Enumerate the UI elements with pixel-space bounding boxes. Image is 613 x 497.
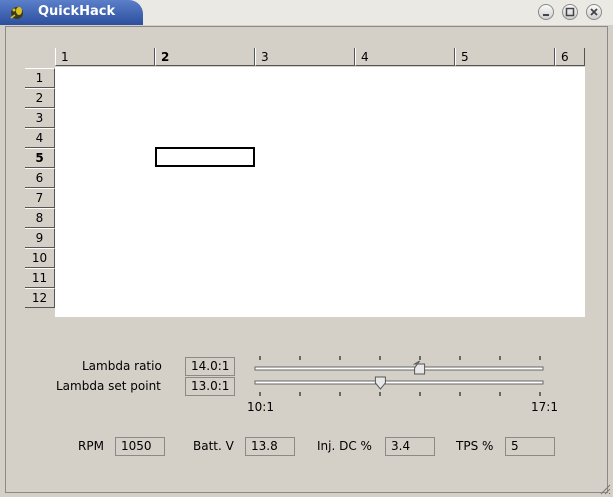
row-header[interactable]: 2 [25,88,55,108]
table-cells[interactable] [55,67,585,317]
resize-grip-icon[interactable] [599,483,611,495]
row-header[interactable]: 6 [25,168,55,188]
lambda-setpoint-slider[interactable] [254,376,544,390]
rpm-label: RPM [78,439,104,453]
close-button[interactable] [586,4,602,20]
row-header[interactable]: 3 [25,108,55,128]
row-header[interactable]: 1 [25,68,55,88]
row-header[interactable]: 9 [25,228,55,248]
batt-label: Batt. V [193,439,234,453]
row-header[interactable]: 7 [25,188,55,208]
lambda-sliders [254,356,544,396]
tps-value: 5 [505,437,555,456]
title-bar[interactable]: QuickHack [0,0,613,25]
table-corner [25,48,55,67]
title-tab: QuickHack [0,0,143,25]
column-header[interactable]: 2 [155,48,255,66]
column-header[interactable]: 1 [55,48,155,66]
column-header[interactable]: 5 [455,48,555,66]
inj-label: Inj. DC % [317,439,372,453]
row-header[interactable]: 4 [25,128,55,148]
map-table[interactable]: 1 2 3 4 5 6 1 2 3 4 5 6 7 8 9 10 11 12 [25,48,585,317]
tps-label: TPS % [456,439,494,453]
gecko-icon [10,7,23,19]
inj-value: 3.4 [385,437,435,456]
maximize-button[interactable] [562,4,578,20]
minimize-button[interactable] [538,4,554,20]
lambda-ratio-value: 14.0:1 [185,357,235,376]
lambda-setpoint-value: 13.0:1 [185,377,235,396]
minimize-icon [543,14,549,16]
lambda-setpoint-thumb[interactable] [374,376,386,390]
column-header[interactable]: 3 [255,48,355,66]
maximize-icon [565,7,575,17]
lambda-setpoint-label: Lambda set point [56,379,161,393]
bottom-ticks [259,392,541,396]
scale-max-label: 17:1 [531,400,558,414]
lambda-ratio-label: Lambda ratio [82,359,162,373]
window-title: QuickHack [38,4,116,19]
column-header[interactable]: 6 [555,48,585,66]
close-icon [590,8,598,16]
rpm-value: 1050 [115,437,165,456]
row-header[interactable]: 12 [25,288,55,308]
row-header[interactable]: 8 [25,208,55,228]
row-header[interactable]: 11 [25,268,55,288]
top-ticks [259,356,541,360]
row-header[interactable]: 5 [25,148,55,168]
lambda-ratio-slider[interactable] [254,360,544,375]
selected-cell[interactable] [155,147,255,167]
row-header[interactable]: 10 [25,248,55,268]
lambda-ratio-thumb[interactable] [412,360,426,375]
column-header[interactable]: 4 [355,48,455,66]
scale-min-label: 10:1 [247,400,274,414]
batt-value: 13.8 [245,437,295,456]
